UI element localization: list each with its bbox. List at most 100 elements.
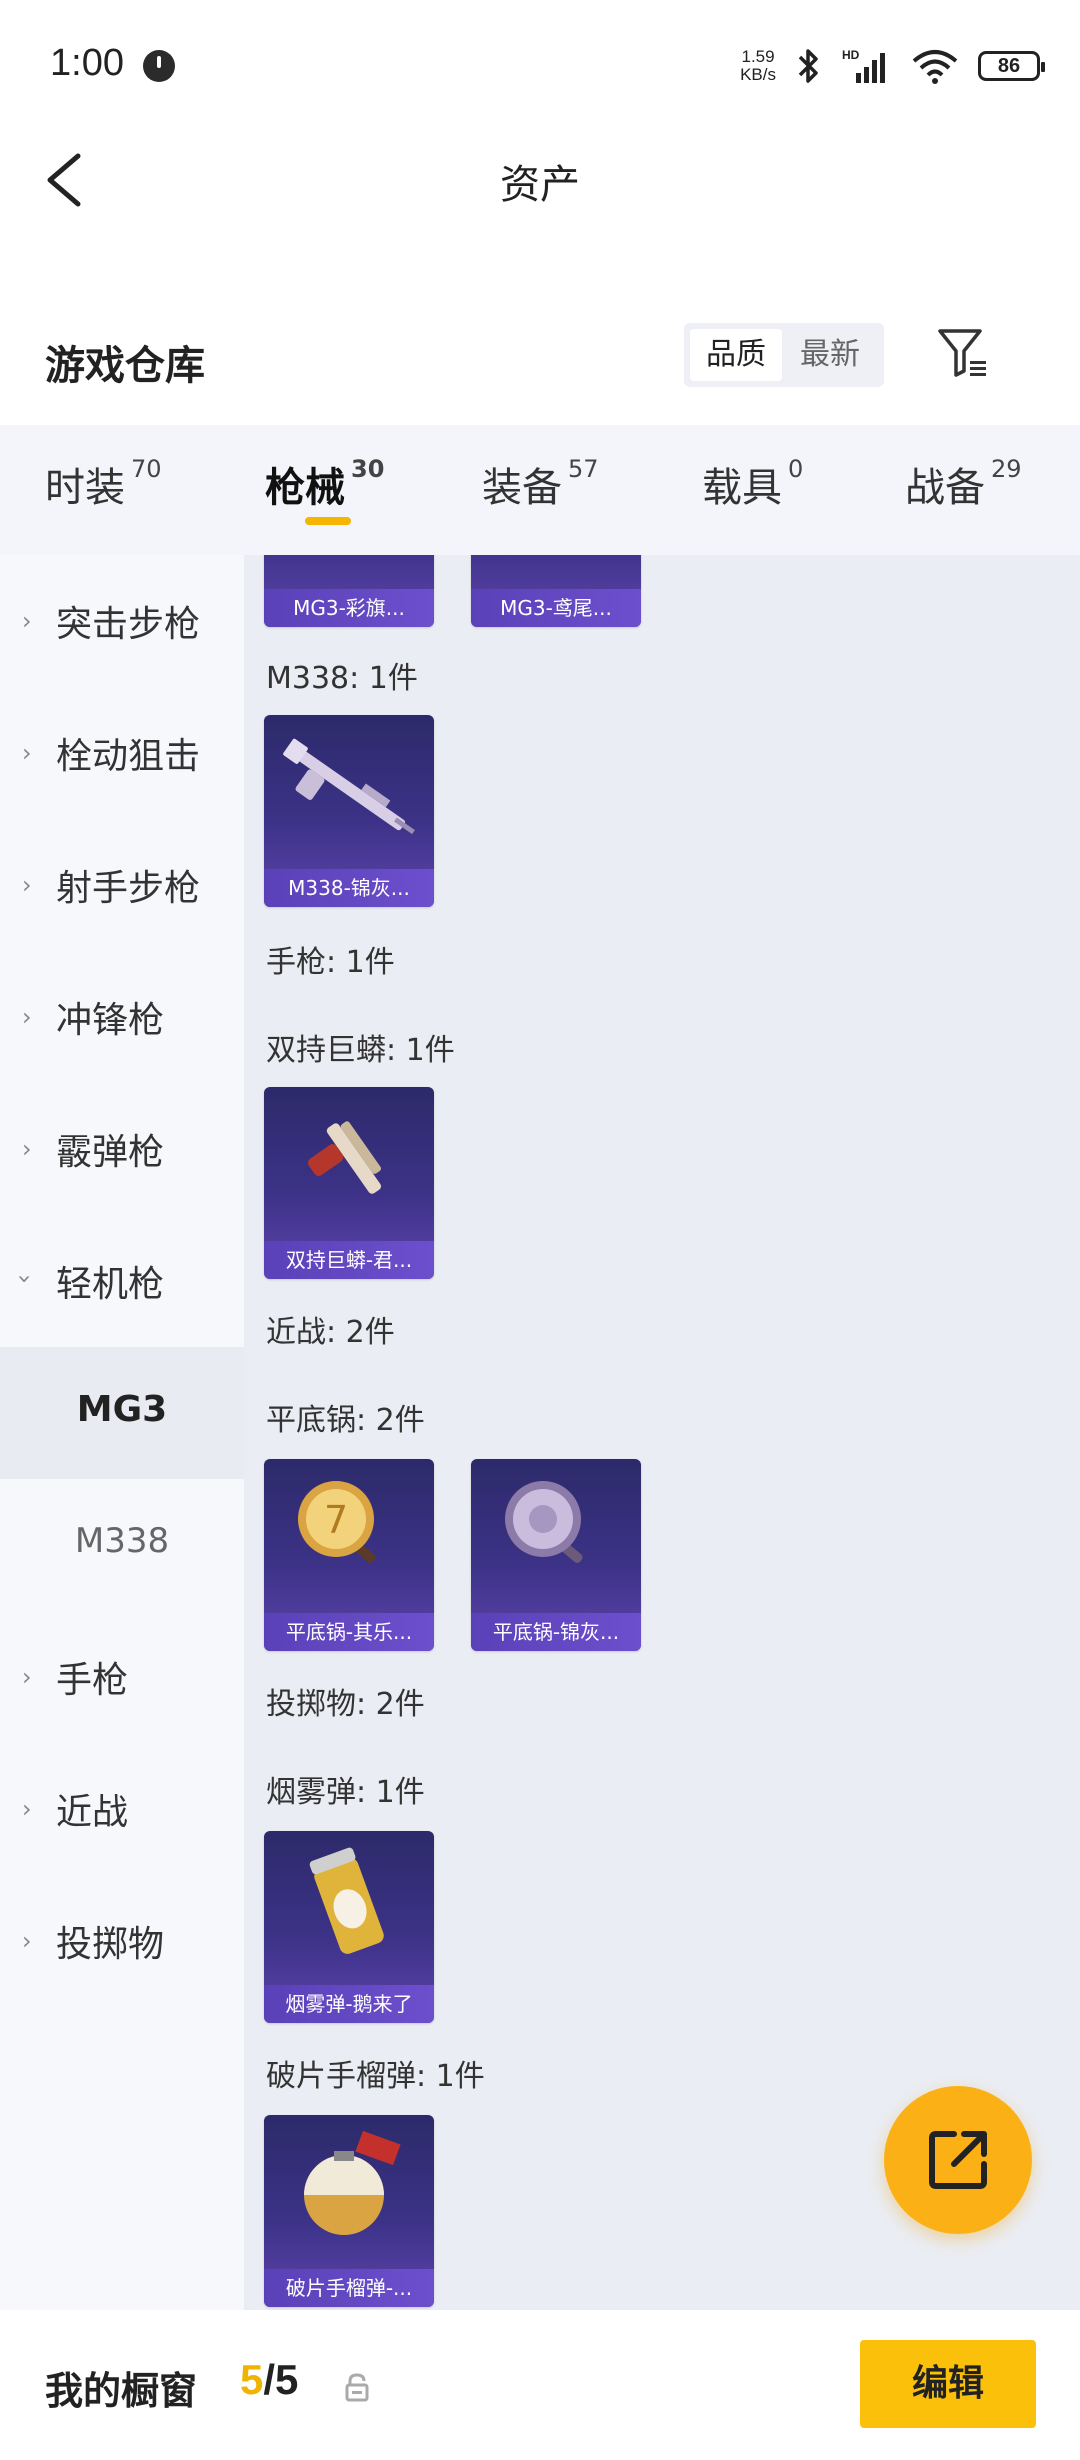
pan-artwork xyxy=(505,1481,583,1563)
item-card-dual-python[interactable]: 双持巨蟒-君... xyxy=(264,1087,434,1279)
tab-label: 战备 xyxy=(905,465,985,511)
tab-fashion[interactable]: 时装 70 xyxy=(45,455,162,513)
showcase-bottom-bar: 我的橱窗 5/5 编辑 xyxy=(0,2310,1080,2460)
sidebar-item-label: 近战 xyxy=(56,1792,129,1833)
alarm-icon xyxy=(143,50,175,82)
edit-button[interactable]: 编辑 xyxy=(860,2340,1036,2428)
chevron-right-icon: › xyxy=(22,1003,32,1031)
chevron-right-icon: › xyxy=(22,739,32,767)
item-card-pan-2[interactable]: 平底锅-锦灰... xyxy=(471,1459,641,1651)
chevron-down-icon: › xyxy=(10,1274,39,1284)
sidebar-item-assault-rifle[interactable]: › 突击步枪 xyxy=(0,555,244,687)
item-card-caption: 双持巨蟒-君... xyxy=(264,1241,434,1279)
sort-quality-button[interactable]: 品质 xyxy=(690,329,782,381)
tab-guns[interactable]: 枪械 30 xyxy=(265,455,384,513)
active-tab-indicator xyxy=(305,517,351,525)
sidebar-sub-item-mg3[interactable]: MG3 xyxy=(0,1347,244,1479)
sidebar-item-melee[interactable]: › 近战 xyxy=(0,1743,244,1875)
showcase-title: 我的橱窗 xyxy=(45,2369,198,2413)
warehouse-header: 游戏仓库 品质 最新 xyxy=(0,315,1080,405)
sort-toggle: 品质 最新 xyxy=(684,323,884,387)
sidebar-item-pistol[interactable]: › 手枪 xyxy=(0,1611,244,1743)
sidebar-item-smg[interactable]: › 冲锋枪 xyxy=(0,951,244,1083)
nav-bar: 资产 xyxy=(0,130,1080,230)
tab-label: 装备 xyxy=(482,465,562,511)
item-artwork xyxy=(264,555,434,585)
sort-latest-button[interactable]: 最新 xyxy=(784,329,876,381)
showcase-count-current: 5 xyxy=(240,2356,264,2403)
sidebar-item-label: 栓动狙击 xyxy=(56,736,201,777)
share-fab-button[interactable] xyxy=(884,2086,1032,2234)
section-label-pan: 平底锅: 2件 xyxy=(266,1403,425,1438)
filter-icon[interactable] xyxy=(936,325,992,381)
item-card-caption: M338-锦灰... xyxy=(264,869,434,907)
chevron-right-icon: › xyxy=(22,1927,32,1955)
signal-icon: HD xyxy=(842,48,885,83)
sidebar-item-shotgun[interactable]: › 霰弹枪 xyxy=(0,1083,244,1215)
tab-label: 枪械 xyxy=(265,465,345,511)
tab-count: 57 xyxy=(568,455,599,483)
warehouse-title: 游戏仓库 xyxy=(45,343,205,389)
item-card-mg3-2[interactable]: MG3-鸢尾... xyxy=(471,555,641,627)
category-tabs: 时装 70 枪械 30 装备 57 载具 0 战备 29 xyxy=(0,425,1080,555)
pan-artwork: 7 xyxy=(298,1481,376,1563)
item-card-m338[interactable]: M338-锦灰... xyxy=(264,715,434,907)
battery-level: 86 xyxy=(997,54,1021,77)
tab-count: 29 xyxy=(991,455,1022,483)
sidebar-item-label: 冲锋枪 xyxy=(56,1000,165,1041)
section-label-pistol: 手枪: 1件 xyxy=(266,945,395,980)
item-grid-panel: MG3-彩旗... MG3-鸢尾... M338: 1件 M338-锦灰... … xyxy=(244,555,1080,2310)
smoke-grenade-artwork xyxy=(309,1847,384,1954)
tab-vehicles[interactable]: 载具 0 xyxy=(702,455,803,513)
page-title: 资产 xyxy=(500,162,580,208)
sidebar-item-label: 轻机枪 xyxy=(56,1264,165,1305)
battery-icon: 86 xyxy=(978,51,1045,81)
tab-count: 30 xyxy=(351,455,385,483)
sidebar-item-lmg[interactable]: › 轻机枪 xyxy=(0,1215,244,1347)
item-card-caption: MG3-彩旗... xyxy=(264,589,434,627)
sidebar-item-label: 投掷物 xyxy=(56,1924,165,1965)
frag-grenade-artwork xyxy=(304,2130,401,2235)
tab-label: 载具 xyxy=(702,465,782,511)
lock-icon xyxy=(345,2373,369,2402)
tab-count: 0 xyxy=(788,455,804,483)
item-card-caption: 破片手榴弹-... xyxy=(264,2269,434,2307)
chevron-right-icon: › xyxy=(22,607,32,635)
tab-label: 时装 xyxy=(45,465,125,511)
chevron-right-icon: › xyxy=(22,1135,32,1163)
rifle-artwork xyxy=(283,738,415,835)
sidebar-sub-item-label: M338 xyxy=(74,1521,170,1561)
showcase-count-total: /5 xyxy=(263,2356,299,2403)
net-speed-unit: KB/s xyxy=(740,65,776,84)
status-icons: 1.59 KB/s HD 86 xyxy=(740,44,1045,88)
section-label-smoke: 烟雾弹: 1件 xyxy=(266,1775,425,1810)
svg-text:7: 7 xyxy=(324,1498,348,1542)
item-card-mg3-1[interactable]: MG3-彩旗... xyxy=(264,555,434,627)
item-card-caption: 烟雾弹-鹅来了 xyxy=(264,1985,434,2023)
sidebar-sub-item-m338[interactable]: M338 xyxy=(0,1479,244,1611)
item-card-smoke[interactable]: 烟雾弹-鹅来了 xyxy=(264,1831,434,2023)
item-card-frag[interactable]: 破片手榴弹-... xyxy=(264,2115,434,2307)
status-bar: 1:00 1.59 KB/s HD 86 xyxy=(0,0,1080,130)
showcase-count: 5/5 xyxy=(240,2356,298,2404)
section-label-frag: 破片手榴弹: 1件 xyxy=(266,2059,485,2094)
wifi-icon xyxy=(912,50,958,84)
sidebar-item-throwable[interactable]: › 投掷物 xyxy=(0,1875,244,2007)
sidebar-item-label: 射手步枪 xyxy=(56,868,201,909)
status-time: 1:00 xyxy=(50,42,124,84)
sidebar-item-bolt-sniper[interactable]: › 栓动狙击 xyxy=(0,687,244,819)
item-card-pan-1[interactable]: 7 平底锅-其乐... xyxy=(264,1459,434,1651)
svg-text:HD: HD xyxy=(842,48,860,62)
chevron-right-icon: › xyxy=(22,1663,32,1691)
tab-equipment[interactable]: 装备 57 xyxy=(482,455,599,513)
bluetooth-icon xyxy=(798,49,818,83)
chevron-right-icon: › xyxy=(22,871,32,899)
chevron-right-icon: › xyxy=(22,1795,32,1823)
share-external-icon xyxy=(929,2131,987,2189)
tab-supplies[interactable]: 战备 29 xyxy=(905,455,1022,513)
item-card-caption: 平底锅-其乐... xyxy=(264,1613,434,1651)
item-artwork xyxy=(471,555,641,585)
net-speed: 1.59 KB/s xyxy=(740,48,776,84)
section-label-melee: 近战: 2件 xyxy=(266,1315,395,1350)
sidebar-item-marksman-rifle[interactable]: › 射手步枪 xyxy=(0,819,244,951)
